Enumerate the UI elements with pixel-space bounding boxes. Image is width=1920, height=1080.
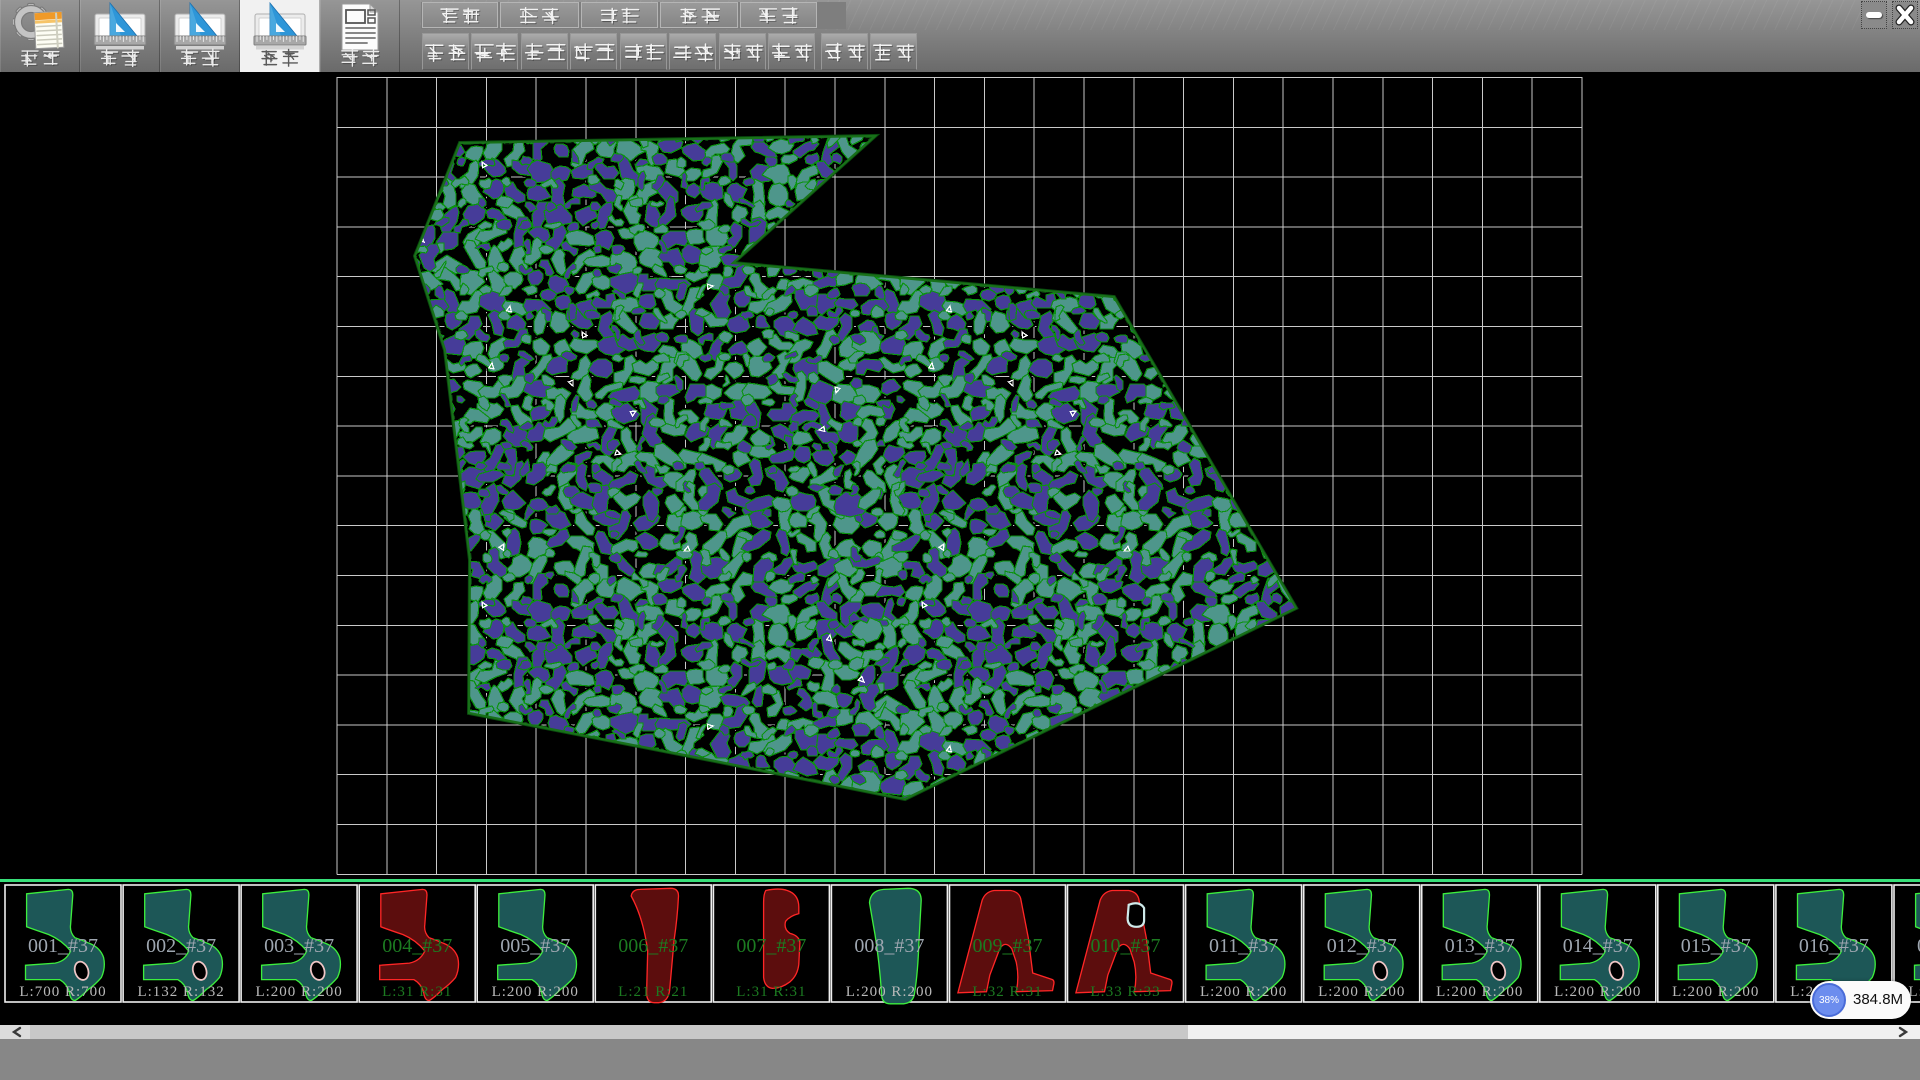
svg-text:016_#37: 016_#37 xyxy=(1799,935,1869,957)
svg-text:004_#37: 004_#37 xyxy=(382,935,452,957)
svg-text:015_#37: 015_#37 xyxy=(1681,935,1751,957)
svg-text:L:200 R:200: L:200 R:200 xyxy=(1436,984,1523,1000)
svg-text:L:31 R:31: L:31 R:31 xyxy=(736,984,806,1000)
svg-text:001_#37: 001_#37 xyxy=(28,935,98,957)
svg-text:L:200 R:200: L:200 R:200 xyxy=(1318,984,1405,1000)
svg-text:L:32 R:31: L:32 R:31 xyxy=(972,984,1042,1000)
svg-text:L:200 R:200: L:200 R:200 xyxy=(1672,984,1759,1000)
svg-text:L:200 R:200: L:200 R:200 xyxy=(492,984,579,1000)
svg-text:007_#37: 007_#37 xyxy=(736,935,806,957)
svg-text:006_#37: 006_#37 xyxy=(618,935,688,957)
svg-text:008_#37: 008_#37 xyxy=(854,935,924,957)
svg-text:010_#37: 010_#37 xyxy=(1091,935,1161,957)
svg-text:L:200 R:200: L:200 R:200 xyxy=(1554,984,1641,1000)
svg-text:012_#37: 012_#37 xyxy=(1327,935,1397,957)
svg-text:002_#37: 002_#37 xyxy=(146,935,216,957)
svg-text:L:132 R:132: L:132 R:132 xyxy=(137,984,224,1000)
svg-text:011_#37: 011_#37 xyxy=(1209,935,1278,957)
svg-text:L:700 R:700: L:700 R:700 xyxy=(19,984,106,1000)
svg-text:L:200 R:200: L:200 R:200 xyxy=(846,984,933,1000)
svg-text:L:200 R:200: L:200 R:200 xyxy=(255,984,342,1000)
svg-text:L:21 R:21: L:21 R:21 xyxy=(618,984,688,1000)
svg-text:003_#37: 003_#37 xyxy=(264,935,334,957)
svg-text:L:200 R:200: L:200 R:200 xyxy=(1200,984,1287,1000)
svg-text:014_#37: 014_#37 xyxy=(1563,935,1633,957)
svg-text:009_#37: 009_#37 xyxy=(973,935,1043,957)
svg-text:L:31 R:31: L:31 R:31 xyxy=(382,984,452,1000)
svg-text:013_#37: 013_#37 xyxy=(1445,935,1515,957)
svg-text:005_#37: 005_#37 xyxy=(500,935,570,957)
svg-text:L:33 R:33: L:33 R:33 xyxy=(1090,984,1160,1000)
